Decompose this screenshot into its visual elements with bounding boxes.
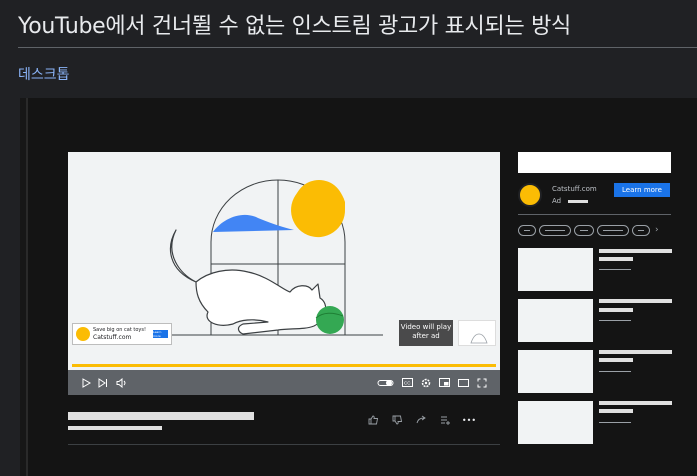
- thumb-up-icon[interactable]: [366, 413, 380, 427]
- recommended-video-thumbnail[interactable]: [518, 248, 593, 291]
- countdown-line-2: after ad: [412, 332, 440, 340]
- sun: [294, 180, 344, 230]
- svg-text:CC: CC: [404, 381, 411, 386]
- recommended-video-thumbnail[interactable]: [518, 299, 593, 342]
- ad-label: Ad: [552, 197, 562, 205]
- filter-chip[interactable]: [574, 225, 594, 236]
- ad-progress-bar[interactable]: [72, 364, 496, 367]
- video-title-placeholder: [68, 412, 254, 420]
- recommended-subtitle-placeholder: [599, 358, 633, 362]
- recommended-title-placeholder: [599, 401, 672, 405]
- miniplayer-icon[interactable]: [438, 370, 450, 395]
- recommended-subtitle-placeholder: [599, 257, 633, 261]
- filter-chip[interactable]: [518, 225, 536, 236]
- advertiser-domain: Catstuff.com: [552, 185, 597, 193]
- volume-icon[interactable]: [114, 370, 128, 395]
- theater-icon[interactable]: [457, 370, 469, 395]
- next-video-thumbnail: [458, 320, 496, 346]
- recommended-video-thumbnail[interactable]: [518, 401, 593, 444]
- sponsor-headline: Save big on cat toys!: [93, 327, 146, 333]
- video-action-bar: •••: [366, 413, 476, 427]
- recommended-meta-placeholder: [599, 269, 631, 270]
- thumbnail-cat-icon: [470, 333, 488, 344]
- recommended-title-placeholder: [599, 350, 672, 354]
- companion-banner: [518, 152, 671, 173]
- recommended-subtitle-placeholder: [599, 308, 633, 312]
- sponsor-logo-icon: [76, 327, 90, 341]
- ball: [316, 306, 344, 334]
- countdown-line-1: Video will play: [400, 323, 452, 331]
- ad-illustration: [168, 179, 383, 336]
- recommended-title-placeholder: [599, 249, 672, 253]
- fullscreen-icon[interactable]: [476, 370, 488, 395]
- play-icon[interactable]: [80, 370, 92, 395]
- sponsor-card-overlay[interactable]: Save big on cat toys! Catstuff.com Learn…: [72, 323, 172, 345]
- video-countdown-box: Video will play after ad: [399, 320, 453, 346]
- cloud: [213, 214, 294, 232]
- filter-chip[interactable]: [632, 225, 650, 236]
- sponsor-learn-more-button[interactable]: Learn more: [152, 330, 168, 338]
- share-icon[interactable]: [414, 413, 428, 427]
- recommended-meta-placeholder: [599, 422, 631, 423]
- video-subtitle-placeholder: [68, 426, 162, 430]
- page-title: YouTube에서 건너뛸 수 없는 인스트림 광고가 표시되는 방식: [18, 14, 571, 39]
- next-icon[interactable]: [97, 370, 109, 395]
- ad-label-placeholder: [568, 200, 588, 203]
- recommended-video-thumbnail[interactable]: [518, 350, 593, 393]
- sponsor-text: Save big on cat toys! Catstuff.com: [93, 327, 146, 341]
- filter-chip[interactable]: [597, 225, 629, 236]
- video-divider: [68, 444, 500, 445]
- more-icon[interactable]: •••: [462, 413, 476, 427]
- autoplay-toggle-icon[interactable]: [376, 370, 396, 395]
- title-divider: [18, 47, 697, 48]
- add-to-playlist-icon[interactable]: [438, 413, 452, 427]
- cat: [169, 229, 327, 335]
- recommended-title-placeholder: [599, 299, 672, 303]
- video-player[interactable]: Save big on cat toys! Catstuff.com Learn…: [68, 152, 500, 395]
- companion-learn-more-button[interactable]: Learn more: [614, 183, 670, 197]
- filter-chip[interactable]: [539, 225, 571, 236]
- advertiser-logo-icon[interactable]: [518, 183, 542, 207]
- tab-desktop[interactable]: 데스크톱: [18, 64, 70, 84]
- chevron-right-icon[interactable]: ›: [655, 225, 659, 235]
- sidebar-divider: [518, 214, 671, 215]
- recommended-meta-placeholder: [599, 320, 631, 321]
- player-controls: CC: [68, 370, 500, 395]
- sponsor-domain: Catstuff.com: [93, 334, 132, 341]
- thumb-down-icon[interactable]: [390, 413, 404, 427]
- captions-icon[interactable]: CC: [401, 370, 413, 395]
- gear-icon[interactable]: [420, 370, 432, 395]
- recommended-meta-placeholder: [599, 371, 631, 372]
- recommended-subtitle-placeholder: [599, 409, 633, 413]
